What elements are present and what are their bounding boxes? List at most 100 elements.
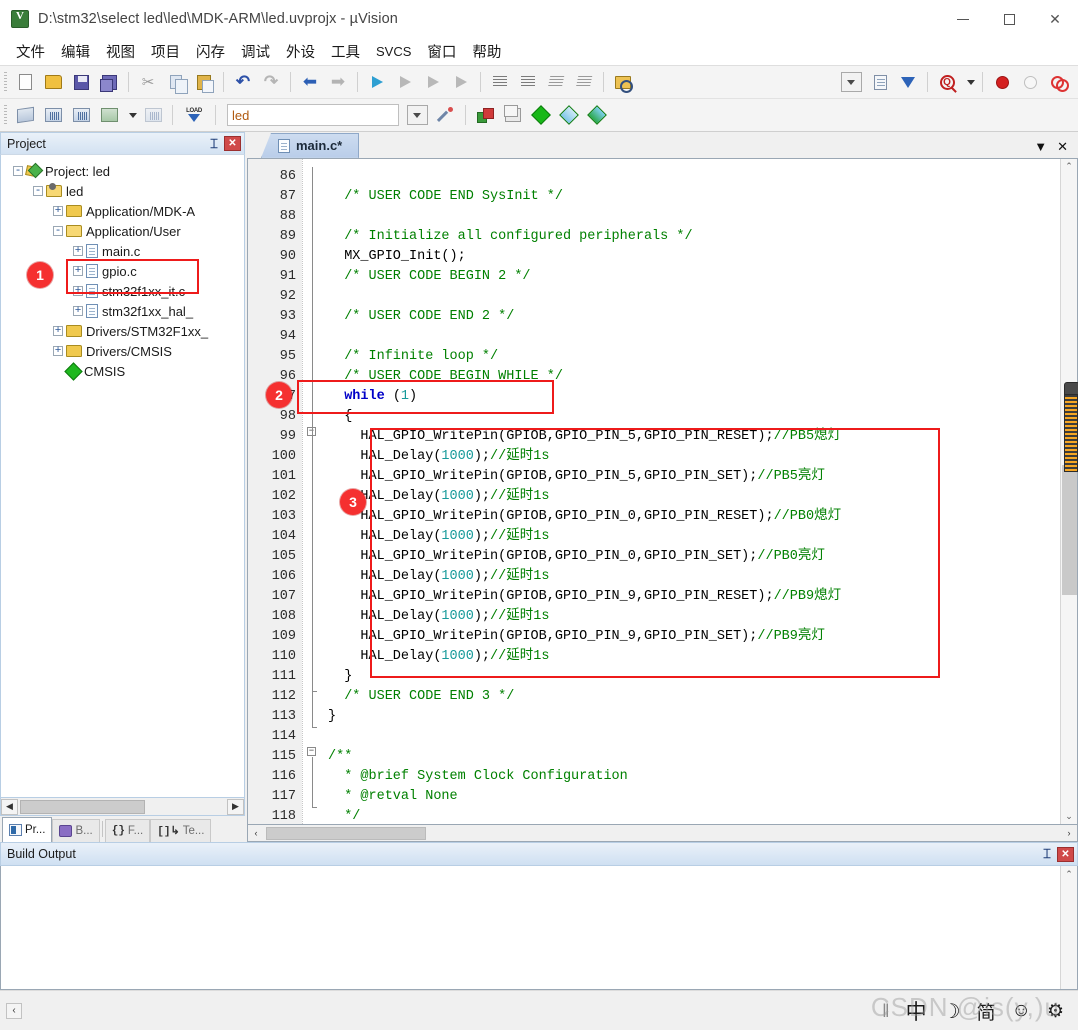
- project-hscrollbar[interactable]: ◀ ▶: [0, 798, 245, 816]
- tree-item-main-c[interactable]: + main.c: [1, 241, 244, 261]
- menu-window[interactable]: 窗口: [419, 38, 464, 65]
- smiley-icon[interactable]: ☺: [1012, 1000, 1031, 1022]
- download-button[interactable]: LOAD: [179, 102, 209, 128]
- expander-icon[interactable]: -: [53, 225, 63, 236]
- menu-help[interactable]: 帮助: [464, 38, 509, 65]
- code-line[interactable]: HAL_GPIO_WritePin(GPIOB,GPIO_PIN_5,GPIO_…: [328, 427, 1060, 447]
- menu-debug[interactable]: 调试: [233, 38, 278, 65]
- tree-item-application-mdk[interactable]: + Application/MDK-A: [1, 201, 244, 221]
- bookmark-prev-button[interactable]: [392, 69, 418, 95]
- manage-project-items-button[interactable]: [472, 102, 498, 128]
- menu-tools[interactable]: 工具: [323, 38, 368, 65]
- code-line[interactable]: /* USER CODE BEGIN 2 */: [328, 267, 1060, 287]
- code-line[interactable]: /* USER CODE END 3 */: [328, 687, 1060, 707]
- code-line[interactable]: HAL_Delay(1000);//延时1s: [328, 607, 1060, 627]
- redo-button[interactable]: ↷: [258, 69, 284, 95]
- code-line[interactable]: HAL_Delay(1000);//延时1s: [328, 447, 1060, 467]
- menu-view[interactable]: 视图: [98, 38, 143, 65]
- expander-icon[interactable]: +: [73, 265, 83, 276]
- tree-item-application-user[interactable]: - Application/User: [1, 221, 244, 241]
- configuration-wizard-button[interactable]: [867, 69, 893, 95]
- navigate-back-button[interactable]: ⬅: [297, 69, 323, 95]
- hscroll-right-button[interactable]: ▶: [227, 798, 244, 815]
- rebuild-button[interactable]: [68, 102, 94, 128]
- multi-project-button[interactable]: [500, 102, 526, 128]
- tree-item-project-led[interactable]: - Project: led: [1, 161, 244, 181]
- batch-build-button[interactable]: [96, 102, 122, 128]
- outer-window-scrollbar[interactable]: [1064, 140, 1078, 852]
- tree-item-led[interactable]: - led: [1, 181, 244, 201]
- code-line[interactable]: HAL_GPIO_WritePin(GPIOB,GPIO_PIN_9,GPIO_…: [328, 587, 1060, 607]
- tab-list-dropdown-icon[interactable]: ▼: [1034, 139, 1047, 154]
- code-line[interactable]: HAL_Delay(1000);//延时1s: [328, 647, 1060, 667]
- code-line[interactable]: /* USER CODE BEGIN WHILE */: [328, 367, 1060, 387]
- editor-hscrollbar[interactable]: ‹ ›: [247, 825, 1078, 842]
- code-line[interactable]: MX_GPIO_Init();: [328, 247, 1060, 267]
- expander-icon[interactable]: +: [73, 285, 83, 296]
- hscroll-track[interactable]: [18, 798, 227, 815]
- code-line[interactable]: /* USER CODE END SysInit */: [328, 187, 1060, 207]
- code-line[interactable]: * @retval None: [328, 787, 1060, 807]
- undo-button[interactable]: ↶: [230, 69, 256, 95]
- pin-icon[interactable]: ⌶: [1039, 845, 1055, 863]
- code-line[interactable]: HAL_GPIO_WritePin(GPIOB,GPIO_PIN_9,GPIO_…: [328, 627, 1060, 647]
- status-left-icon[interactable]: ‹: [6, 1002, 22, 1019]
- translate-button[interactable]: [12, 102, 38, 128]
- editor-hscroll-thumb[interactable]: [266, 826, 426, 840]
- tree-item-stm32f1xx-hal[interactable]: + stm32f1xx_hal_: [1, 301, 244, 321]
- code-line[interactable]: * @brief System Clock Configuration: [328, 767, 1060, 787]
- insert-breakpoint-button[interactable]: [989, 69, 1015, 95]
- toolbar-grip[interactable]: [4, 105, 7, 125]
- menu-file[interactable]: 文件: [8, 38, 53, 65]
- debug-start-button[interactable]: [895, 69, 921, 95]
- ime-mode-button[interactable]: 中: [906, 996, 927, 1026]
- gear-icon[interactable]: ⚙: [1047, 1000, 1064, 1023]
- options-wizard-button[interactable]: [433, 102, 459, 128]
- code-line[interactable]: [328, 727, 1060, 747]
- code-line[interactable]: HAL_GPIO_WritePin(GPIOB,GPIO_PIN_5,GPIO_…: [328, 467, 1060, 487]
- code-line[interactable]: /**: [328, 747, 1060, 767]
- expander-icon[interactable]: +: [53, 325, 63, 336]
- hscroll-left-button[interactable]: ◀: [1, 798, 18, 815]
- maximize-button[interactable]: [986, 0, 1032, 38]
- code-line[interactable]: /* Infinite loop */: [328, 347, 1060, 367]
- find-dropdown-button[interactable]: [962, 69, 976, 95]
- toolbar-grip[interactable]: [4, 72, 7, 92]
- pin-icon[interactable]: ⌶: [206, 135, 222, 153]
- bookmark-toggle-button[interactable]: [364, 69, 390, 95]
- disable-breakpoint-button[interactable]: [1017, 69, 1043, 95]
- tab-project[interactable]: Pr...: [2, 817, 53, 842]
- build-scroll-up-button[interactable]: ⌃: [1062, 866, 1077, 882]
- pack-installer-button[interactable]: [528, 102, 554, 128]
- tree-item-drivers-stm32f1xx[interactable]: + Drivers/STM32F1xx_: [1, 321, 244, 341]
- close-button[interactable]: ✕: [1032, 0, 1078, 38]
- tree-item-cmsis[interactable]: CMSIS: [1, 361, 244, 381]
- paste-button[interactable]: [191, 69, 217, 95]
- build-output-vscrollbar[interactable]: ⌃: [1060, 866, 1077, 989]
- code-line[interactable]: while (1): [328, 387, 1060, 407]
- menu-flash[interactable]: 闪存: [188, 38, 233, 65]
- code-line[interactable]: HAL_GPIO_WritePin(GPIOB,GPIO_PIN_0,GPIO_…: [328, 507, 1060, 527]
- tree-item-drivers-cmsis[interactable]: + Drivers/CMSIS: [1, 341, 244, 361]
- ime-simplified-button[interactable]: 简: [977, 998, 996, 1025]
- moon-icon[interactable]: ☽: [943, 999, 961, 1024]
- target-dropdown-button[interactable]: [403, 102, 431, 128]
- minimize-button[interactable]: [940, 0, 986, 38]
- cut-button[interactable]: ✂: [135, 69, 161, 95]
- expander-icon[interactable]: -: [13, 165, 23, 176]
- code-line[interactable]: }: [328, 667, 1060, 687]
- open-file-button[interactable]: [40, 69, 66, 95]
- code-line[interactable]: [328, 327, 1060, 347]
- code-editor[interactable]: /* USER CODE END SysInit */ /* Initializ…: [322, 159, 1060, 824]
- stop-build-button[interactable]: [140, 102, 166, 128]
- menu-peripherals[interactable]: 外设: [278, 38, 323, 65]
- menu-svcs[interactable]: SVCS: [368, 41, 419, 62]
- tab-functions[interactable]: {} F...: [104, 819, 151, 842]
- project-tree[interactable]: - Project: led - led + Application/MDK-A…: [0, 154, 245, 798]
- target-selector[interactable]: led: [227, 104, 399, 126]
- build-output-body[interactable]: ⌃: [0, 866, 1078, 990]
- new-file-button[interactable]: [12, 69, 38, 95]
- run-target-button[interactable]: [556, 102, 582, 128]
- tab-books[interactable]: B...: [52, 819, 100, 842]
- editor-dropdown-button[interactable]: [837, 69, 865, 95]
